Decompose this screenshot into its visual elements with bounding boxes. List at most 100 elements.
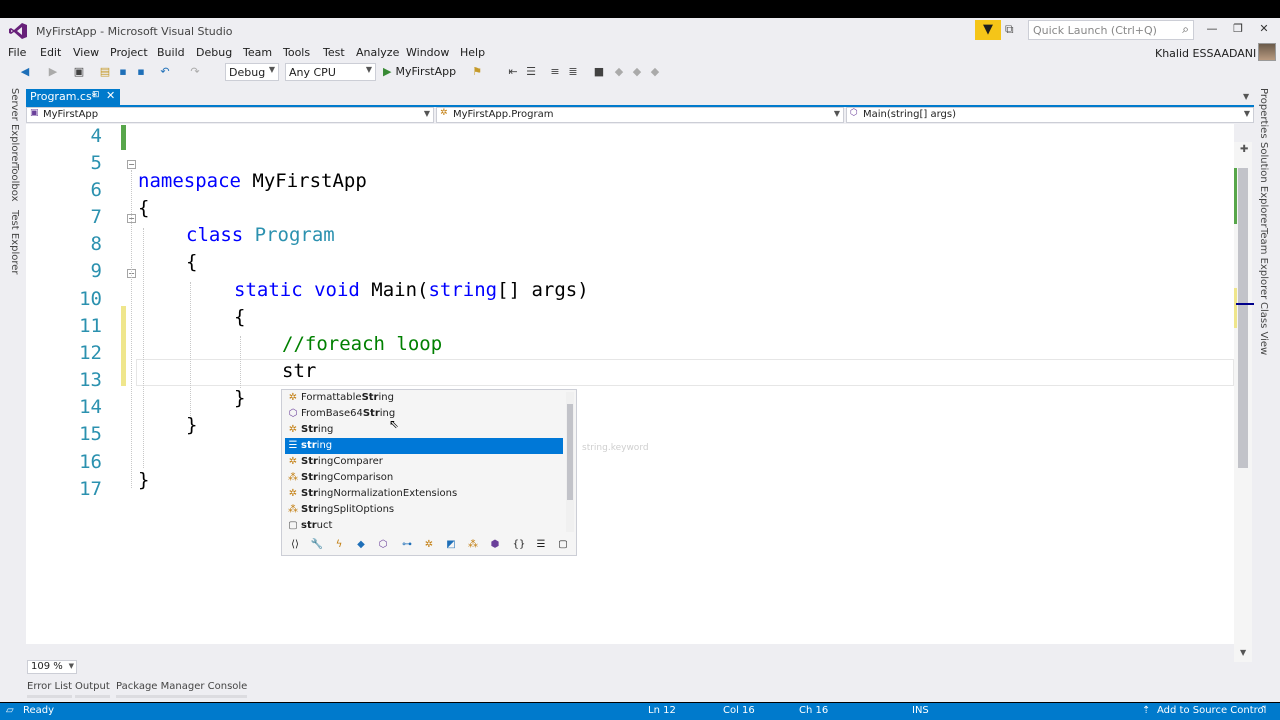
completion-item[interactable]: ✲ FormattableString [285,390,563,406]
menu-file[interactable]: File [8,46,26,59]
completion-scrollbar-thumb[interactable] [567,404,573,500]
filter-methods-icon[interactable]: ⬡ [376,538,390,552]
save-icon[interactable]: ▪ [116,65,130,79]
filter-events-icon[interactable]: ϟ [332,538,346,552]
code-line-9: static void Main(string[] args) [234,279,589,301]
completion-item[interactable]: ✲ String [285,422,563,438]
redo-icon[interactable]: ↷ [188,65,202,79]
tab-program-cs[interactable]: Program.cs* ⊡ ✕ [26,89,120,105]
completion-item-selected[interactable]: ☰ string [285,438,563,454]
open-file-icon[interactable]: ▤ [98,65,112,79]
outline-icon[interactable]: ☰ [524,65,538,79]
navigate-back-icon[interactable]: ◀ [18,65,32,79]
menu-debug[interactable]: Debug [196,46,232,59]
properties-tab[interactable]: Properties [1258,88,1269,139]
collapse-icon[interactable]: − [127,160,136,169]
menu-build[interactable]: Build [157,46,185,59]
server-explorer-tab[interactable]: Server Explorer [9,88,20,166]
clear-bookmarks-icon[interactable]: ◆ [648,65,662,79]
pin-icon[interactable]: ⊡ [92,90,100,100]
bookmark-icon[interactable]: ■ [592,65,606,79]
completion-item[interactable]: ⁂ StringComparison [285,470,563,486]
minimize-icon[interactable]: — [1202,22,1222,38]
code-line-8: { [186,251,198,273]
restore-icon[interactable]: ❐ [1228,22,1248,38]
undo-icon[interactable]: ↶ [158,65,172,79]
intellisense-completion-list[interactable]: ✲ FormattableString ⬡ FromBase64String ✲… [281,389,577,556]
split-icon[interactable]: ✚ [1240,144,1248,155]
tab-error-list[interactable]: Error List [27,681,73,698]
menu-tools[interactable]: Tools [283,46,310,59]
navigate-forward-icon[interactable]: ▶ [46,65,60,79]
completion-text: Formattable [301,392,362,403]
tab-output[interactable]: Output [75,681,110,698]
completion-match: str [301,520,317,531]
team-explorer-tab[interactable]: Team Explorer [1258,228,1269,299]
filter-interfaces-icon[interactable]: ⊶ [400,538,414,552]
filter-structures-icon[interactable]: ◩ [444,538,458,552]
completion-item[interactable]: ✲ StringComparer [285,454,563,470]
status-insert-mode: INS [912,705,929,716]
solution-platform-select[interactable]: Any CPU ▼ [285,63,376,81]
zoom-value: 109 % [31,661,63,672]
completion-item[interactable]: ⬡ FromBase64String [285,406,563,422]
project-value: MyFirstApp [43,109,99,120]
feedback-icon[interactable]: ⧉ [1005,22,1023,38]
menu-project[interactable]: Project [110,46,148,59]
close-tab-icon[interactable]: ✕ [106,89,115,102]
tab-package-manager-console[interactable]: Package Manager Console [116,681,248,698]
test-explorer-tab[interactable]: Test Explorer [9,210,20,275]
project-select[interactable]: ▣ MyFirstApp ▼ [26,107,434,123]
member-select[interactable]: ⬡ Main(string[] args) ▼ [846,107,1254,123]
indent-guide [240,336,241,388]
scrollbar-change-marker [1234,168,1237,224]
browser-link-icon[interactable]: ⚑ [470,65,484,79]
new-project-icon[interactable]: ▣ [72,65,86,79]
class-view-tab[interactable]: Class View [1258,302,1269,355]
chevron-up-icon[interactable]: ⌃ [1259,705,1267,716]
filter-properties-icon[interactable]: 🔧 [310,538,324,552]
filter-snippets-icon[interactable]: ▢ [556,538,570,552]
toolbox-tab[interactable]: Toolbox [9,164,20,202]
left-tool-strip: Server Explorer Toolbox Test Explorer [0,88,22,648]
save-all-icon[interactable]: ▪ [134,65,148,79]
menu-window[interactable]: Window [406,46,449,59]
scrollbar-thumb[interactable] [1238,168,1248,468]
tab-dropdown-icon[interactable]: ▼ [1243,92,1249,101]
solution-configuration-select[interactable]: Debug ▼ [225,63,279,81]
menu-view[interactable]: View [73,46,99,59]
close-icon[interactable]: ✕ [1254,22,1274,38]
quick-launch-input[interactable]: Quick Launch (Ctrl+Q) ⌕ [1028,20,1194,40]
filter-namespaces-icon[interactable]: ⟨⟩ [288,538,302,552]
code-identifier: [] args) [497,279,589,301]
start-debugging-button[interactable]: ▶ MyFirstApp [383,65,456,78]
prev-bookmark-icon[interactable]: ◆ [612,65,626,79]
filter-fields-icon[interactable]: ◆ [354,538,368,552]
menu-analyze[interactable]: Analyze [356,46,399,59]
solution-explorer-tab[interactable]: Solution Explorer [1258,142,1269,228]
menu-team[interactable]: Team [243,46,272,59]
avatar[interactable] [1258,43,1276,61]
status-bar: ▱ Ready Ln 12 Col 16 Ch 16 INS ⇡ Add to … [0,703,1280,720]
completion-item[interactable]: ▢ struct [285,518,563,534]
notifications-filter-icon[interactable]: ▼ [975,20,1001,40]
filter-keywords-icon[interactable]: ☰ [534,538,548,552]
completion-item[interactable]: ⁂ StringSplitOptions [285,502,563,518]
step-icon[interactable]: ⇤ [506,65,520,79]
scroll-down-icon[interactable]: ▼ [1240,648,1246,657]
add-to-source-control-button[interactable]: Add to Source Control [1157,705,1266,716]
zoom-select[interactable]: 109 % ▼ [27,660,77,674]
filter-namespaces-braces-icon[interactable]: {} [512,538,526,552]
type-select[interactable]: ✲ MyFirstApp.Program ▼ [436,107,844,123]
menu-edit[interactable]: Edit [40,46,61,59]
comment-out-icon[interactable]: ≡ [548,65,562,79]
next-bookmark-icon[interactable]: ◆ [630,65,644,79]
menu-test[interactable]: Test [323,46,345,59]
user-name[interactable]: Khalid ESSAADANI [1155,47,1256,60]
filter-delegates-icon[interactable]: ⬢ [488,538,502,552]
filter-enums-icon[interactable]: ⁂ [466,538,480,552]
completion-item[interactable]: ✲ StringNormalizationExtensions [285,486,563,502]
filter-classes-icon[interactable]: ✲ [422,538,436,552]
uncomment-icon[interactable]: ≣ [566,65,580,79]
menu-help[interactable]: Help [460,46,485,59]
